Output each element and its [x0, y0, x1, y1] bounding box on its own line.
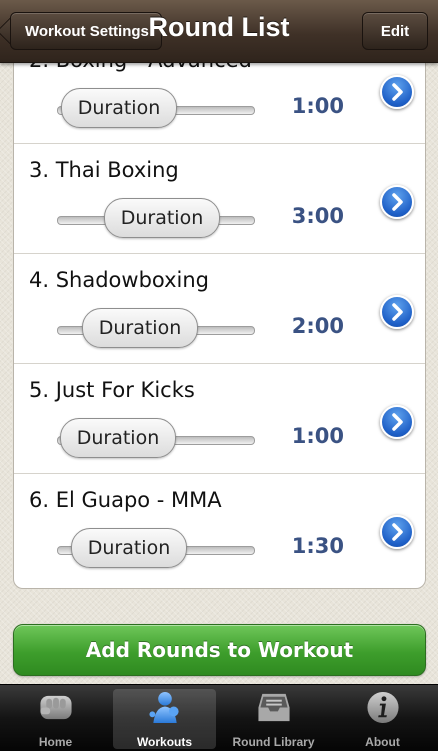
- workout-settings-back-button[interactable]: Workout Settings: [10, 12, 162, 50]
- duration-slider-label: Duration: [76, 427, 160, 449]
- tab-round-library-label: Round Library: [232, 735, 315, 749]
- duration-value: 1:00: [291, 94, 344, 118]
- edit-button-label: Edit: [380, 22, 410, 40]
- duration-value: 1:30: [291, 534, 344, 558]
- round-row[interactable]: 5. Just For Kicks Duration 1:00: [14, 364, 425, 474]
- chevron-right-icon: [392, 83, 403, 101]
- tab-home-label: Home: [38, 735, 73, 749]
- chevron-right-icon: [392, 193, 403, 211]
- add-rounds-button[interactable]: Add Rounds to Workout: [13, 624, 426, 676]
- tab-about[interactable]: About: [331, 689, 434, 749]
- duration-value: 1:00: [291, 424, 344, 448]
- round-title: 3. Thai Boxing: [29, 158, 179, 182]
- duration-slider-thumb[interactable]: Duration: [71, 528, 187, 568]
- round-row[interactable]: 6. El Guapo - MMA Duration 1:30: [14, 474, 425, 583]
- tab-about-label: About: [365, 735, 400, 749]
- round-row[interactable]: 3. Thai Boxing Duration 3:00: [14, 144, 425, 254]
- round-title: 5. Just For Kicks: [29, 378, 195, 402]
- chevron-right-icon: [392, 413, 403, 431]
- tab-round-library[interactable]: Round Library: [222, 689, 325, 749]
- back-button-label: Workout Settings: [25, 22, 149, 40]
- edit-button[interactable]: Edit: [362, 12, 428, 50]
- fist-icon: [39, 695, 72, 720]
- duration-slider-label: Duration: [87, 537, 171, 559]
- tab-home[interactable]: Home: [4, 689, 107, 749]
- add-rounds-label: Add Rounds to Workout: [85, 638, 354, 662]
- disclosure-button[interactable]: [380, 185, 414, 219]
- tab-workouts-label: Workouts: [136, 735, 193, 749]
- round-title: 4. Shadowboxing: [29, 268, 210, 292]
- duration-slider-label: Duration: [98, 317, 182, 339]
- duration-slider-thumb[interactable]: Duration: [61, 88, 177, 128]
- disclosure-button[interactable]: [380, 515, 414, 549]
- round-list[interactable]: 2. Boxing - Advanced Duration 1:00 3. Th…: [13, 40, 426, 589]
- duration-slider-label: Duration: [77, 97, 161, 119]
- duration-value: 2:00: [291, 314, 344, 338]
- duration-slider-thumb[interactable]: Duration: [60, 418, 176, 458]
- chevron-right-icon: [392, 523, 403, 541]
- duration-slider-thumb[interactable]: Duration: [104, 198, 220, 238]
- info-icon: [366, 691, 399, 724]
- disclosure-button[interactable]: [380, 295, 414, 329]
- duration-slider-label: Duration: [120, 207, 204, 229]
- duration-slider-thumb[interactable]: Duration: [82, 308, 198, 348]
- boxer-icon: [148, 691, 179, 724]
- round-title: 6. El Guapo - MMA: [29, 488, 222, 512]
- disclosure-button[interactable]: [380, 405, 414, 439]
- duration-value: 3:00: [291, 204, 344, 228]
- tray-icon: [257, 693, 290, 722]
- navigation-bar: Workout Settings Round List Edit: [0, 0, 438, 63]
- tab-bar: Home Workouts Round Library About: [0, 684, 438, 751]
- tab-workouts[interactable]: Workouts: [113, 689, 216, 749]
- chevron-right-icon: [392, 303, 403, 321]
- round-row[interactable]: 4. Shadowboxing Duration 2:00: [14, 254, 425, 364]
- disclosure-button[interactable]: [380, 75, 414, 109]
